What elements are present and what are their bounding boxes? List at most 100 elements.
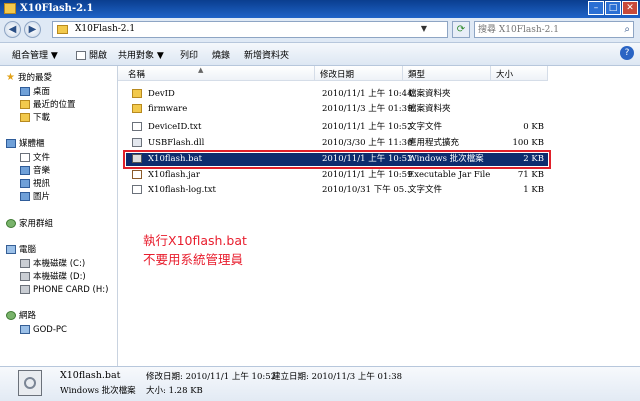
chevron-down-icon[interactable]: ▼ xyxy=(421,24,427,33)
nav-drive-d[interactable]: 本機磁碟 (D:) xyxy=(20,271,86,284)
nav-phone-card[interactable]: PHONE CARD (H:) xyxy=(20,284,108,297)
file-row-selected[interactable]: X10flash.bat 2010/11/1 上午 10:52 Windows … xyxy=(123,150,551,169)
nav-label: 媒體櫃 xyxy=(19,139,45,149)
nav-pictures[interactable]: 圖片 xyxy=(20,191,50,204)
refresh-button[interactable]: ⟳ xyxy=(452,21,470,38)
annotation-line: 執行X10flash.bat xyxy=(143,233,247,248)
file-name: DevID xyxy=(148,89,175,99)
star-icon: ★ xyxy=(6,72,15,83)
search-box[interactable]: ⌕ xyxy=(474,21,634,38)
computer-icon xyxy=(20,325,30,334)
forward-button[interactable]: ▶ xyxy=(24,21,41,38)
maximize-button[interactable]: □ xyxy=(605,1,621,15)
file-size: 1 KB xyxy=(523,185,544,195)
annotation-note: 執行X10flash.bat 不要用系統管理員 xyxy=(143,231,247,269)
nav-label: GOD-PC xyxy=(33,325,67,335)
nav-label: 我的最愛 xyxy=(17,73,52,83)
file-name: X10flash.jar xyxy=(148,170,200,180)
drive-icon xyxy=(20,259,30,268)
column-divider[interactable] xyxy=(490,66,491,80)
batch-file-icon xyxy=(132,154,142,163)
folder-icon xyxy=(132,89,142,98)
file-type: 檔案資料夾 xyxy=(408,89,451,99)
address-field[interactable]: X10Flash-2.1 ▼ xyxy=(52,21,448,38)
window-title: X10Flash-2.1 xyxy=(20,3,94,14)
nav-videos[interactable]: 視訊 xyxy=(20,178,50,191)
nav-downloads[interactable]: 下載 xyxy=(20,112,50,125)
library-icon xyxy=(6,139,16,148)
file-type: 文字文件 xyxy=(408,185,443,195)
file-type: 應用程式擴充 xyxy=(408,138,460,148)
jar-file-icon xyxy=(132,170,142,179)
burn-button[interactable]: 燒錄 xyxy=(212,48,230,61)
nav-label: 網路 xyxy=(19,311,37,321)
close-button[interactable]: ✕ xyxy=(622,1,638,15)
details-pane: X10flash.bat 修改日期: 2010/11/1 上午 10:52 建立… xyxy=(0,366,640,401)
annotation-line: 不要用系統管理員 xyxy=(143,252,244,267)
column-date[interactable]: 修改日期 xyxy=(320,68,354,80)
organize-button[interactable]: 組合管理 ▼ xyxy=(12,48,58,61)
search-input[interactable] xyxy=(478,23,608,36)
homegroup-icon xyxy=(6,219,16,228)
file-row[interactable]: firmware 2010/11/3 上午 01:39 檔案資料夾 xyxy=(126,103,548,116)
nav-homegroup[interactable]: 家用群組 xyxy=(6,218,53,231)
folder-icon xyxy=(57,25,68,34)
minimize-button[interactable]: – xyxy=(588,1,604,15)
file-row[interactable]: DeviceID.txt 2010/11/1 上午 10:52 文字文件 0 K… xyxy=(126,121,548,134)
nav-god-pc[interactable]: GOD-PC xyxy=(20,324,67,337)
nav-desktop[interactable]: 桌面 xyxy=(20,86,50,99)
back-button[interactable]: ◀ xyxy=(4,21,21,38)
file-date: 2010/11/1 上午 10:52 xyxy=(322,122,413,132)
file-row[interactable]: DevID 2010/11/1 上午 10:44 檔案資料夾 xyxy=(126,88,548,101)
file-size: 71 KB xyxy=(517,170,544,180)
nav-recent[interactable]: 最近的位置 xyxy=(20,99,76,112)
details-modified: 修改日期: 2010/11/1 上午 10:52 xyxy=(146,372,277,382)
file-name: X10flash-log.txt xyxy=(148,185,216,195)
nav-network[interactable]: 網路 xyxy=(6,310,36,323)
batch-file-icon xyxy=(18,370,42,396)
nav-label: 下載 xyxy=(33,113,51,123)
command-bar: 組合管理 ▼ 開啟 共用對象 ▼ 列印 燒錄 新增資料夾 ? xyxy=(0,43,640,66)
column-divider[interactable] xyxy=(314,66,315,80)
open-icon xyxy=(76,51,86,60)
nav-label: 本機磁碟 (D:) xyxy=(33,272,86,282)
downloads-icon xyxy=(20,113,30,122)
address-path: X10Flash-2.1 xyxy=(75,24,136,34)
file-row[interactable]: X10flash.jar 2010/11/1 上午 10:59 Executab… xyxy=(126,169,548,182)
nav-drive-c[interactable]: 本機磁碟 (C:) xyxy=(20,258,85,271)
file-row[interactable]: USBFlash.dll 2010/3/30 上午 11:30 應用程式擴充 1… xyxy=(126,137,548,150)
column-type[interactable]: 類型 xyxy=(408,68,425,80)
nav-label: 桌面 xyxy=(33,87,51,97)
print-button[interactable]: 列印 xyxy=(180,48,198,61)
folder-icon xyxy=(132,104,142,113)
new-folder-button[interactable]: 新增資料夾 xyxy=(244,48,289,61)
help-icon[interactable]: ? xyxy=(620,46,634,60)
nav-label: 本機磁碟 (C:) xyxy=(33,259,86,269)
nav-computer[interactable]: 電腦 xyxy=(6,244,36,257)
open-button[interactable]: 開啟 xyxy=(76,48,107,61)
nav-label: 音樂 xyxy=(33,166,51,176)
nav-favorites[interactable]: ★ 我的最愛 xyxy=(6,72,52,85)
dll-file-icon xyxy=(132,138,142,147)
computer-icon xyxy=(6,245,16,254)
details-created: 建立日期: 2010/11/3 上午 01:38 xyxy=(272,372,403,382)
file-date: 2010/11/1 上午 10:52 xyxy=(322,154,413,164)
file-row[interactable]: X10flash-log.txt 2010/10/31 下午 05... 文字文… xyxy=(126,184,548,197)
column-divider[interactable] xyxy=(402,66,403,80)
file-list-pane: 名稱 ▲ 修改日期 類型 大小 DevID 2010/11/1 上午 10:44… xyxy=(118,66,640,366)
nav-label: 文件 xyxy=(33,153,51,163)
file-type: Executable Jar File xyxy=(408,170,491,180)
details-type: Windows 批次檔案 xyxy=(60,386,136,396)
nav-label: 圖片 xyxy=(33,192,51,202)
nav-music[interactable]: 音樂 xyxy=(20,165,50,178)
column-name[interactable]: 名稱 xyxy=(128,68,145,80)
share-button[interactable]: 共用對象 ▼ xyxy=(118,48,164,61)
search-icon[interactable]: ⌕ xyxy=(624,24,630,35)
nav-documents[interactable]: 文件 xyxy=(20,152,50,165)
details-size: 大小: 1.28 KB xyxy=(146,386,203,396)
file-name: X10flash.bat xyxy=(148,154,203,164)
file-date: 2010/10/31 下午 05... xyxy=(322,185,413,195)
nav-libraries[interactable]: 媒體櫃 xyxy=(6,138,45,151)
column-divider[interactable] xyxy=(547,66,548,80)
column-size[interactable]: 大小 xyxy=(496,68,513,80)
